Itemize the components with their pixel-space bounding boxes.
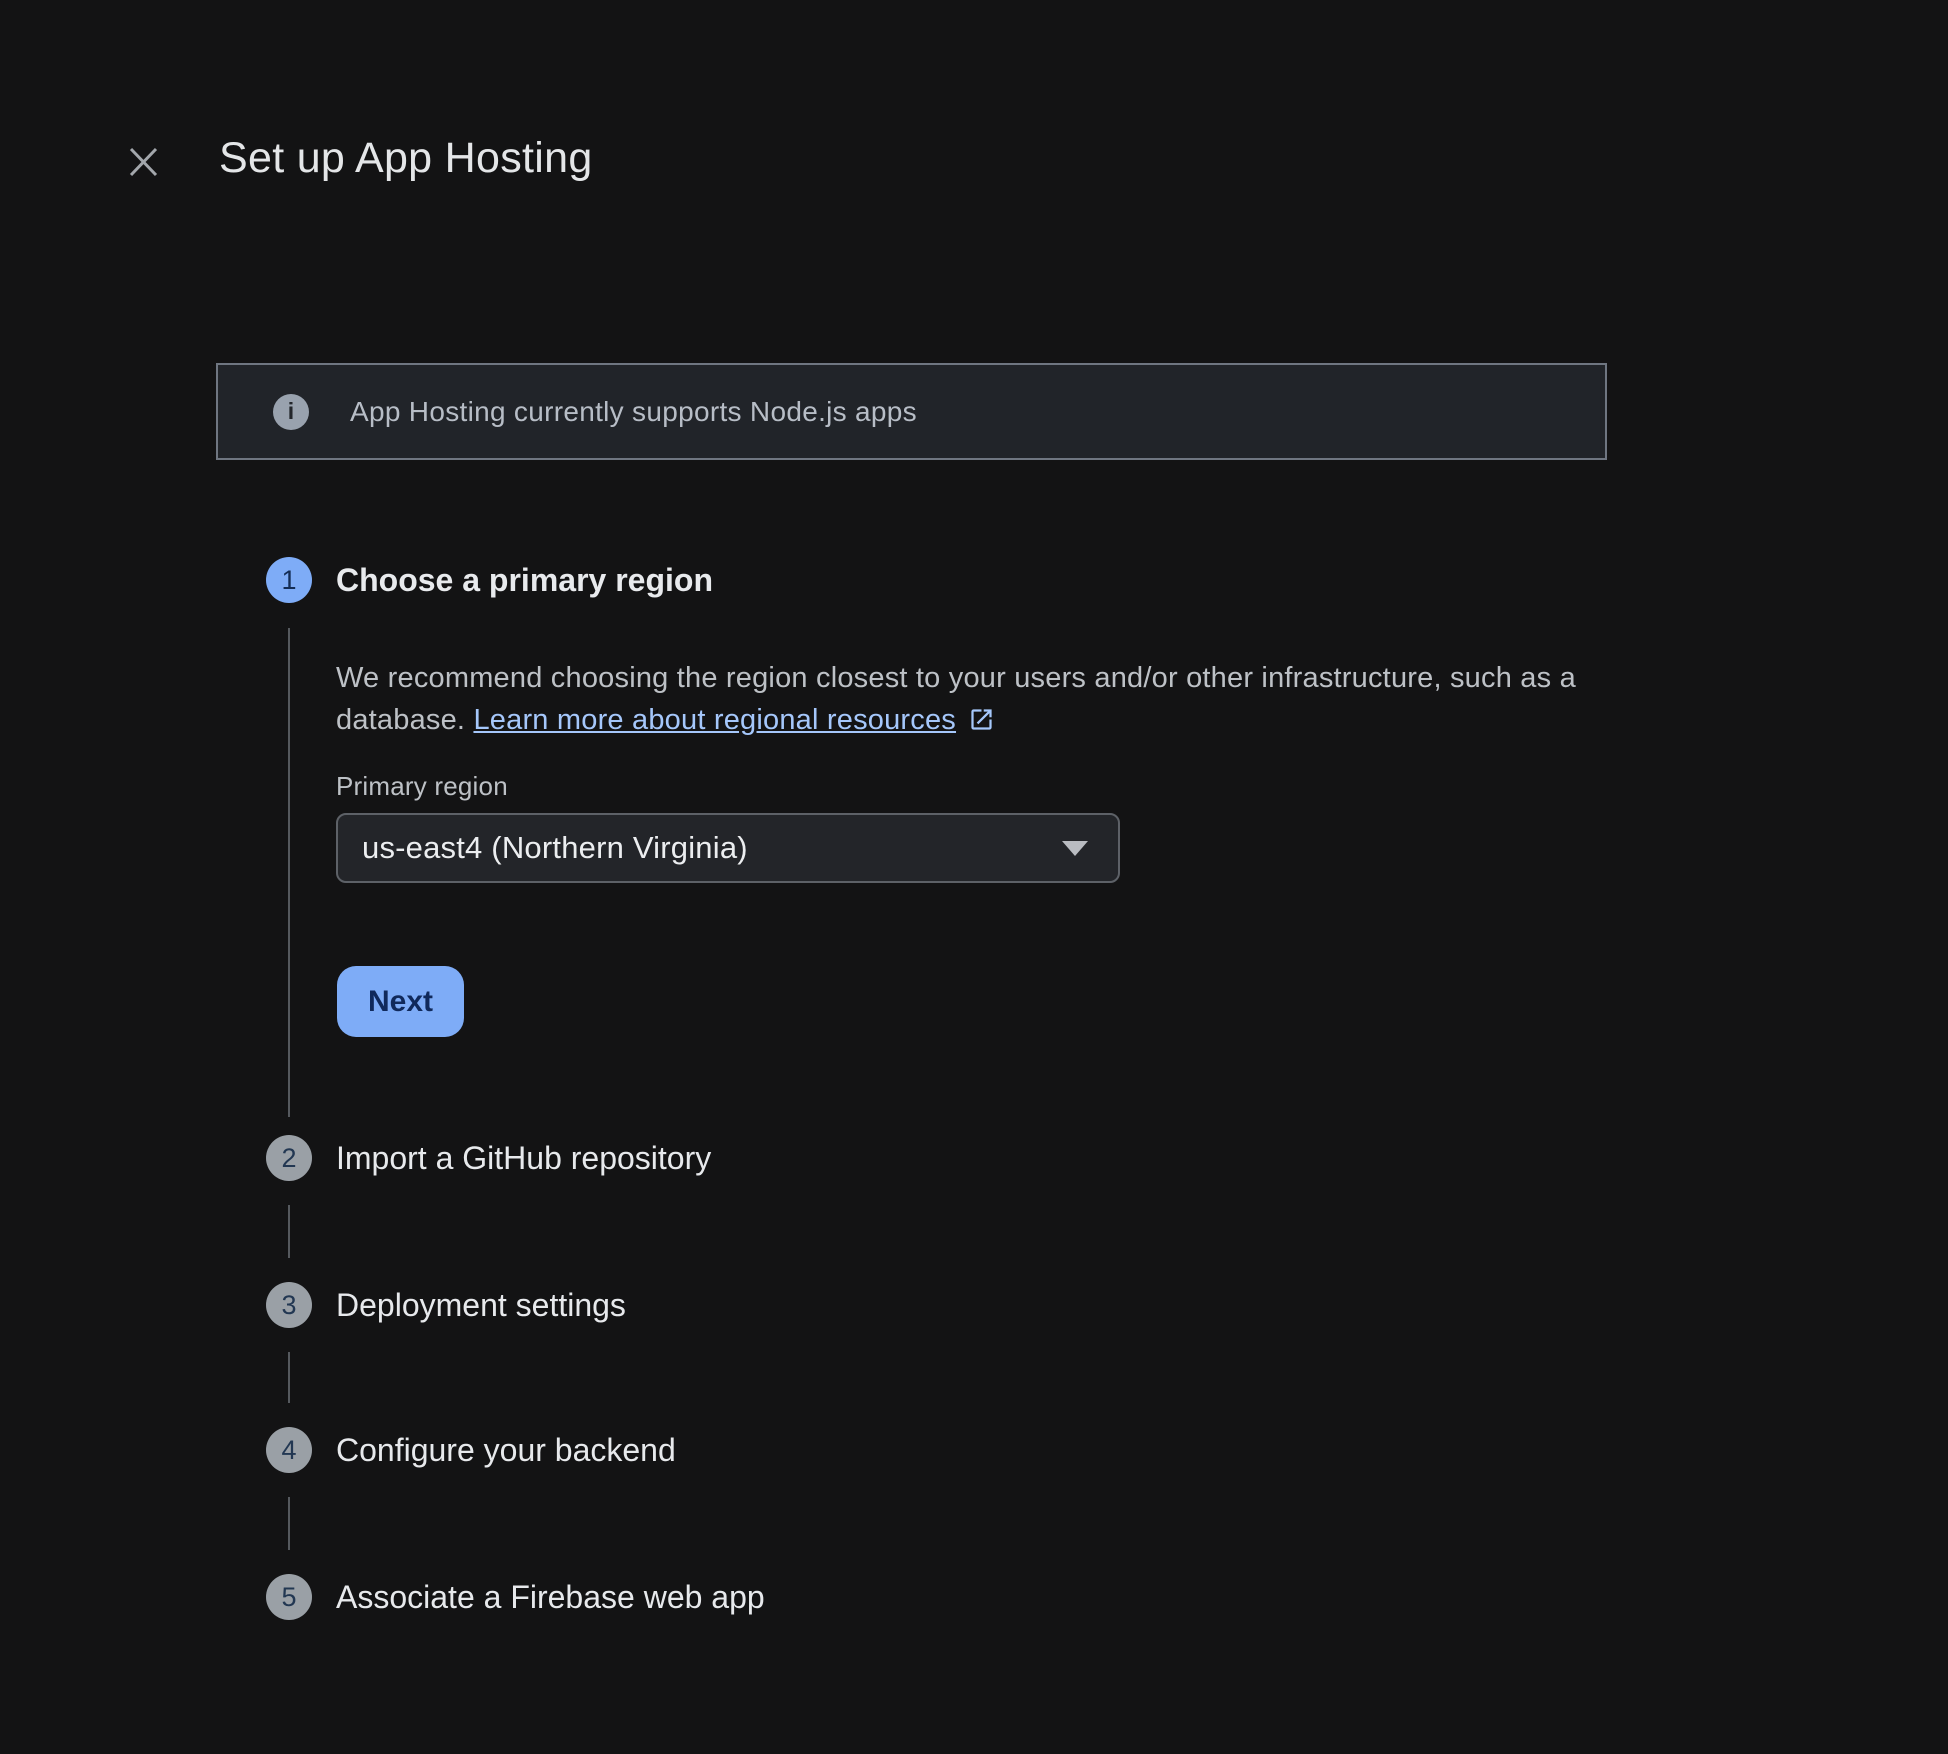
step-5-title: Associate a Firebase web app [336, 1579, 765, 1616]
step-4-title: Configure your backend [336, 1432, 676, 1469]
stepper-connector [288, 628, 290, 1117]
stepper-connector [288, 1497, 290, 1550]
step-3-title: Deployment settings [336, 1287, 626, 1324]
close-button[interactable] [120, 139, 166, 185]
info-icon: i [273, 394, 309, 430]
stepper-connector [288, 1205, 290, 1258]
step-1-circle: 1 [266, 557, 312, 603]
step-row-5: 5 Associate a Firebase web app [266, 1574, 765, 1620]
info-banner: i App Hosting currently supports Node.js… [216, 363, 1607, 460]
close-icon [128, 147, 159, 177]
primary-region-select-value: us-east4 (Northern Virginia) [362, 830, 748, 866]
step-row-1: 1 Choose a primary region [266, 557, 713, 603]
primary-region-label: Primary region [336, 771, 508, 802]
step-2-circle: 2 [266, 1135, 312, 1181]
step-row-2: 2 Import a GitHub repository [266, 1135, 711, 1181]
setup-app-hosting-dialog: Set up App Hosting i App Hosting current… [0, 0, 1948, 1754]
step-1-description-line-2: database. Learn more about regional reso… [336, 704, 995, 741]
step-4-circle: 4 [266, 1427, 312, 1473]
step-row-3: 3 Deployment settings [266, 1282, 626, 1328]
step-1-title: Choose a primary region [336, 562, 713, 599]
next-button[interactable]: Next [337, 966, 464, 1037]
banner-text: App Hosting currently supports Node.js a… [350, 396, 917, 428]
dropdown-caret-icon [1062, 841, 1088, 856]
external-link-icon [968, 706, 995, 741]
step-1-description-line-2-prefix: database. [336, 704, 473, 736]
page-title: Set up App Hosting [219, 134, 593, 183]
learn-more-link[interactable]: Learn more about regional resources [473, 704, 956, 736]
step-2-title: Import a GitHub repository [336, 1140, 711, 1177]
primary-region-select[interactable]: us-east4 (Northern Virginia) [336, 813, 1120, 883]
stepper-connector [288, 1352, 290, 1403]
step-1-description-line-1: We recommend choosing the region closest… [336, 662, 1576, 695]
step-3-circle: 3 [266, 1282, 312, 1328]
step-5-circle: 5 [266, 1574, 312, 1620]
step-row-4: 4 Configure your backend [266, 1427, 676, 1473]
